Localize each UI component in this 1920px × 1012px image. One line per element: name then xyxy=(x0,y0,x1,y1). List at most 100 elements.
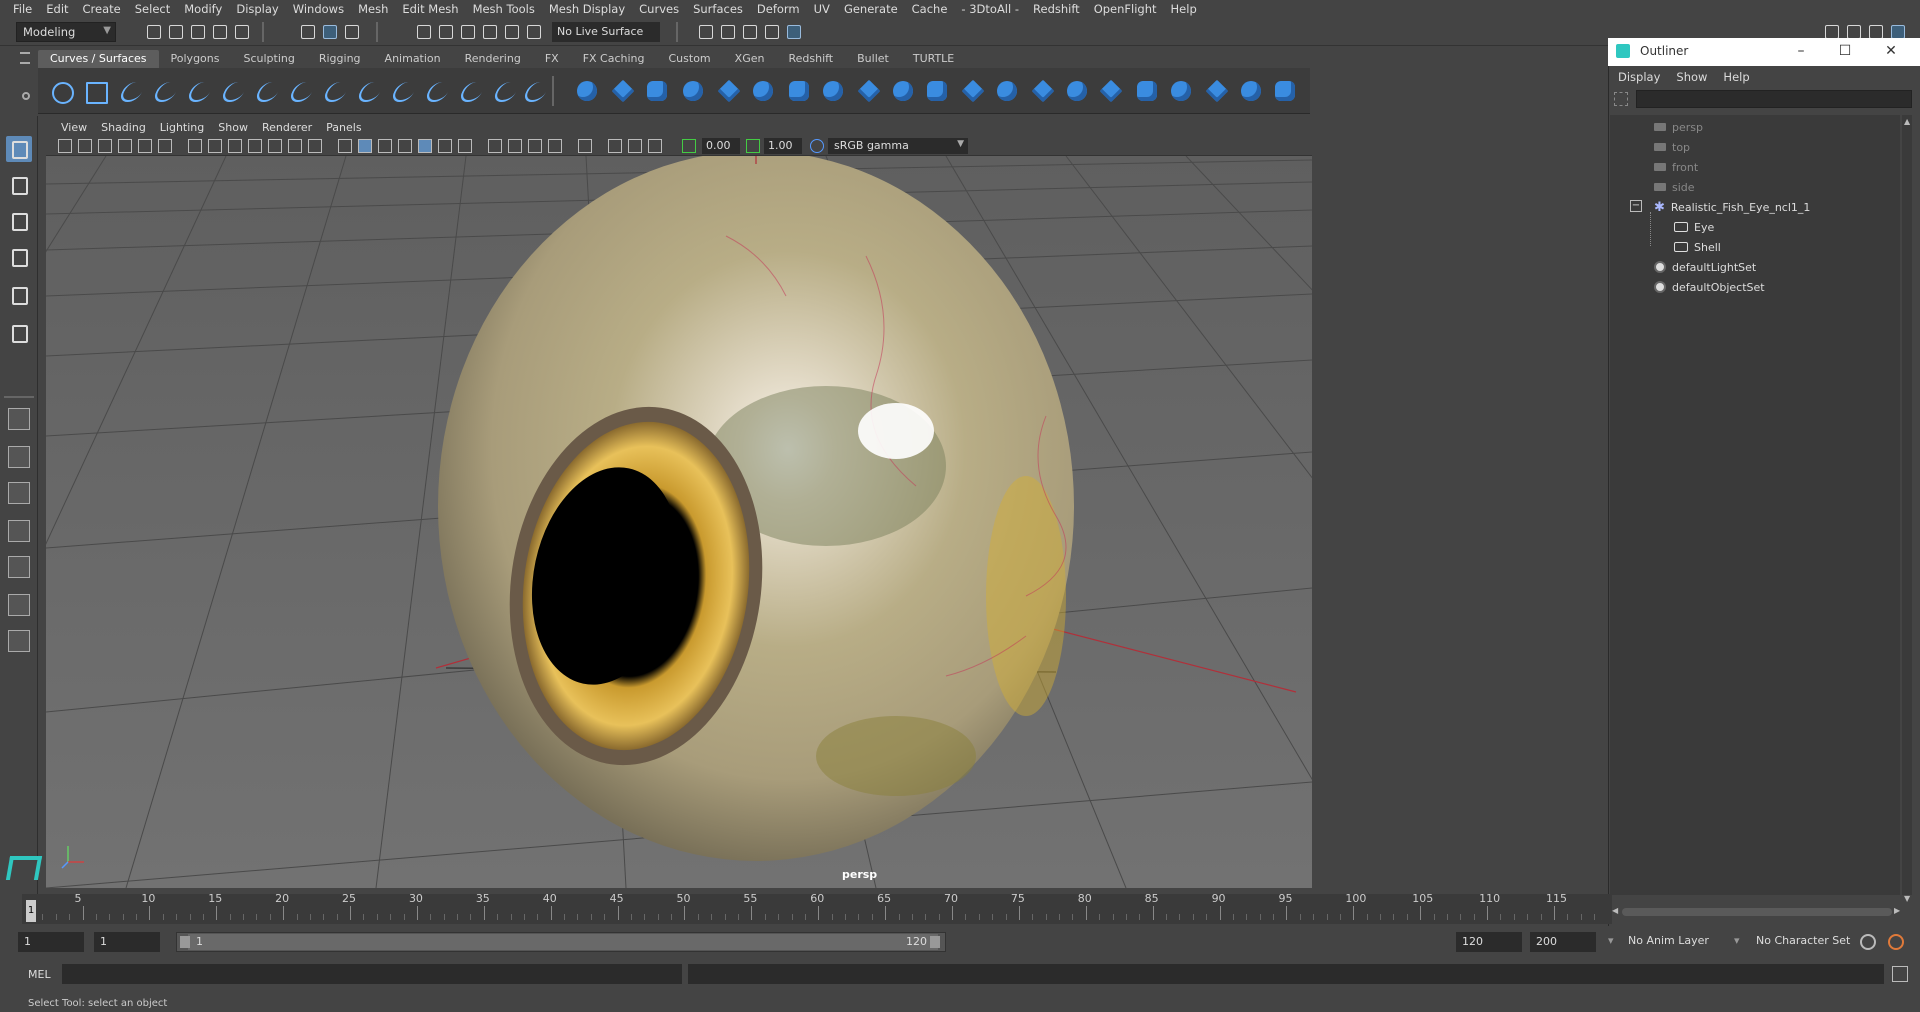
new-scene-icon[interactable] xyxy=(144,22,162,40)
redo-icon[interactable] xyxy=(232,22,250,40)
persp-hypershade-layout-icon[interactable] xyxy=(8,594,30,616)
grease-pencil-icon[interactable] xyxy=(158,139,172,153)
project-curve-icon[interactable] xyxy=(1030,78,1056,104)
script-type-label[interactable]: MEL xyxy=(28,968,51,981)
trim-tool-icon[interactable] xyxy=(1064,78,1090,104)
multisample-aa-icon[interactable] xyxy=(508,139,522,153)
viewport-menu-item[interactable]: Renderer xyxy=(255,121,319,134)
outliner-menu-item[interactable]: Help xyxy=(1723,70,1759,84)
revolve-icon[interactable] xyxy=(786,78,812,104)
bezier-curve-icon[interactable] xyxy=(186,78,212,104)
snap-curve-icon[interactable] xyxy=(436,22,454,40)
menu-item[interactable]: Windows xyxy=(286,2,351,16)
attach-surfaces-icon[interactable] xyxy=(1134,78,1160,104)
safe-title-icon[interactable] xyxy=(308,139,322,153)
viewport-menu-item[interactable]: Panels xyxy=(319,121,368,134)
ipr-render-icon[interactable] xyxy=(740,22,758,40)
snap-point-icon[interactable] xyxy=(458,22,476,40)
outliner-item[interactable]: Shell xyxy=(1674,238,1721,256)
menu-item[interactable]: OpenFlight xyxy=(1087,2,1164,16)
lasso-tool-icon[interactable] xyxy=(6,172,32,198)
grid-toggle-icon[interactable] xyxy=(188,139,202,153)
detach-surfaces-icon[interactable] xyxy=(1168,78,1194,104)
outliner-item[interactable]: side xyxy=(1654,178,1695,196)
gamma-field[interactable]: 1.00 xyxy=(764,138,802,154)
nurbs-torus-icon[interactable] xyxy=(750,78,776,104)
persp-outliner-layout-icon[interactable] xyxy=(8,482,30,504)
rebuild-curve-icon[interactable] xyxy=(458,78,484,104)
menu-item[interactable]: - 3DtoAll - xyxy=(954,2,1026,16)
fish-eye-model[interactable] xyxy=(46,156,1312,888)
shelf-tab[interactable]: Redshift xyxy=(776,50,845,68)
camera-attributes-icon[interactable] xyxy=(78,139,92,153)
persp-graph-layout-icon[interactable] xyxy=(8,520,30,542)
extend-curve-icon[interactable] xyxy=(390,78,416,104)
single-perspective-layout-icon[interactable] xyxy=(8,408,30,430)
mode-selector[interactable]: Modeling ▼ xyxy=(16,22,116,42)
nurbs-sphere-icon[interactable] xyxy=(574,78,600,104)
sculpt-geometry-icon[interactable] xyxy=(1272,78,1298,104)
menu-item[interactable]: Mesh xyxy=(351,2,395,16)
filter-icon[interactable] xyxy=(1614,92,1628,106)
menu-item[interactable]: Surfaces xyxy=(686,2,750,16)
nurbs-cylinder-icon[interactable] xyxy=(644,78,670,104)
scene-start-field[interactable]: 1 xyxy=(18,932,84,952)
ep-curve-icon[interactable] xyxy=(152,78,178,104)
scroll-right-icon[interactable]: ▶ xyxy=(1894,906,1900,915)
shelf-tab[interactable]: Rendering xyxy=(453,50,533,68)
nurbs-circle-icon[interactable] xyxy=(48,78,74,104)
camera-select-icon[interactable] xyxy=(58,139,72,153)
menu-item[interactable]: Edit xyxy=(39,2,75,16)
shelf-tab[interactable]: FX Caching xyxy=(571,50,657,68)
menu-item[interactable]: Generate xyxy=(837,2,905,16)
menu-item[interactable]: Cache xyxy=(905,2,955,16)
menu-item[interactable]: Modify xyxy=(177,2,229,16)
menu-item[interactable]: Select xyxy=(128,2,177,16)
outliner-horizontal-scrollbar[interactable] xyxy=(1622,908,1892,916)
color-management-icon[interactable] xyxy=(810,139,824,153)
command-input[interactable] xyxy=(62,964,682,984)
snap-grid-icon[interactable] xyxy=(414,22,432,40)
select-by-object-icon[interactable] xyxy=(320,22,338,40)
anim-layer-select[interactable]: No Anim Layer xyxy=(1628,934,1709,947)
range-start-handle[interactable] xyxy=(180,936,190,948)
viewport-menu-item[interactable]: Shading xyxy=(94,121,153,134)
playback-preferences-icon[interactable] xyxy=(1888,934,1904,950)
menu-item[interactable]: Create xyxy=(76,2,128,16)
camera-tool-icon[interactable] xyxy=(648,139,662,153)
cv-curve-icon[interactable] xyxy=(118,78,144,104)
detach-curves-icon[interactable] xyxy=(322,78,348,104)
arc-tool-icon[interactable] xyxy=(254,78,280,104)
insert-knot-icon[interactable] xyxy=(356,78,382,104)
scroll-up-icon[interactable]: ▲ xyxy=(1904,117,1910,126)
xray-components-icon[interactable] xyxy=(628,139,642,153)
curve-edit-icon[interactable] xyxy=(522,78,548,104)
open-close-icon[interactable] xyxy=(1204,78,1230,104)
render-view-icon[interactable] xyxy=(762,22,780,40)
isolate-select-icon[interactable] xyxy=(548,139,562,153)
planar-icon[interactable] xyxy=(856,78,882,104)
viewport-menu-item[interactable]: Lighting xyxy=(153,121,211,134)
menu-item[interactable]: File xyxy=(6,2,39,16)
extrude-icon[interactable] xyxy=(890,78,916,104)
outliner-menu-item[interactable]: Display xyxy=(1618,70,1670,84)
rebuild-surface-icon[interactable] xyxy=(1238,78,1264,104)
untrim-icon[interactable] xyxy=(1098,78,1124,104)
viewport-menu-item[interactable]: Show xyxy=(211,121,255,134)
scroll-left-icon[interactable]: ◀ xyxy=(1612,906,1618,915)
bevel-plus-icon[interactable] xyxy=(960,78,986,104)
gamma-icon[interactable] xyxy=(746,139,760,153)
auto-key-icon[interactable] xyxy=(1860,934,1876,950)
outliner-item[interactable]: top xyxy=(1654,138,1690,156)
shelf-tab[interactable]: Rigging xyxy=(307,50,373,68)
outliner-item[interactable]: persp xyxy=(1654,118,1703,136)
render-settings-icon[interactable] xyxy=(696,22,714,40)
safe-action-icon[interactable] xyxy=(288,139,302,153)
screen-space-ao-icon[interactable] xyxy=(458,139,472,153)
four-view-layout-icon[interactable] xyxy=(8,446,30,468)
range-end-handle[interactable] xyxy=(930,936,940,948)
hypershade-layout-icon[interactable] xyxy=(8,556,30,578)
menu-item[interactable]: Display xyxy=(229,2,285,16)
shelf-tab[interactable]: Animation xyxy=(373,50,453,68)
collapse-toggle-icon[interactable]: − xyxy=(1630,200,1642,212)
